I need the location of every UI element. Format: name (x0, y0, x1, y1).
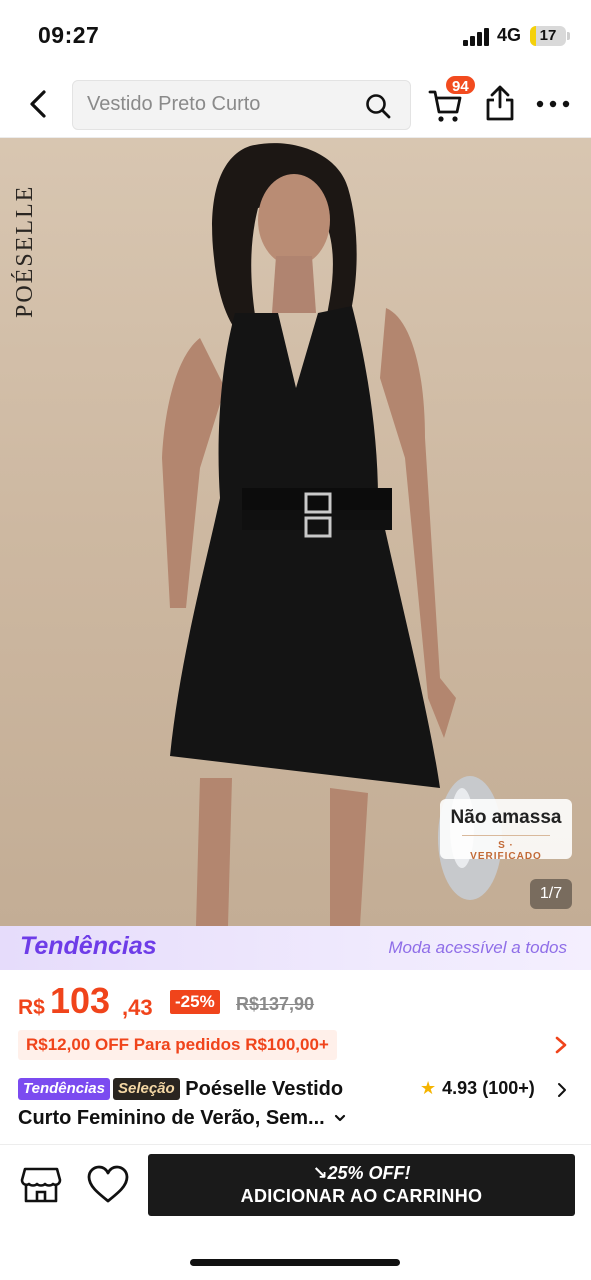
home-indicator (190, 1259, 400, 1266)
chevron-down-icon[interactable] (334, 1112, 346, 1124)
status-bar: 09:27 4G 17 (0, 0, 591, 72)
battery-tip (567, 32, 570, 40)
trend-tagline: Moda acessível a todos (388, 938, 567, 957)
rating-count: (100+) (482, 1078, 535, 1098)
product-title-text1: Poéselle Vestido (185, 1078, 344, 1100)
back-icon[interactable] (22, 86, 56, 122)
rating-value: 4.93 (442, 1078, 478, 1098)
coupon-row[interactable]: R$12,00 OFF Para pedidos R$100,00+ (18, 1030, 574, 1060)
status-time: 09:27 (38, 22, 100, 48)
product-title-block: Tendências Seleção Poéselle Vestido Curto… (18, 1078, 578, 1136)
image-page-counter: 1/7 (530, 879, 572, 909)
price-integer: 103 (50, 980, 111, 1021)
bottom-action-bar: ↘25% OFF! ADICIONAR AO CARRINHO (0, 1145, 591, 1280)
battery-icon: 17 (530, 26, 566, 46)
rating[interactable]: ★ 4.93 (100+) (420, 1078, 535, 1099)
trend-logo: Tendências (20, 932, 157, 960)
product-title-line1: Tendências Seleção Poéselle Vestido (18, 1078, 418, 1101)
search-input[interactable]: Vestido Preto Curto (72, 80, 411, 130)
chevron-right-icon (554, 1036, 568, 1054)
store-icon[interactable] (20, 1165, 62, 1205)
cart-count-badge: 94 (444, 74, 477, 96)
add-to-cart-label: ADICIONAR AO CARRINHO (240, 1186, 483, 1206)
add-to-cart-button[interactable]: ↘25% OFF! ADICIONAR AO CARRINHO (148, 1154, 575, 1216)
product-image[interactable]: POÉSELLE Não amassa S · VERIFICADO 1/7 (0, 138, 591, 926)
add-to-cart-promo: ↘25% OFF! (148, 1163, 575, 1184)
chevron-right-icon[interactable] (556, 1082, 568, 1098)
share-icon[interactable] (484, 84, 516, 122)
feature-badge-subtitle: S · VERIFICADO (462, 835, 550, 862)
tag-trend: Tendências (18, 1078, 110, 1100)
price-currency: R$ (18, 996, 45, 1019)
tag-selection: Seleção (112, 1078, 180, 1100)
trend-banner[interactable]: Tendências Moda acessível a todos (0, 926, 591, 970)
trend-down-icon: ↘ (312, 1163, 328, 1183)
original-price: R$137,90 (236, 994, 315, 1014)
more-icon[interactable] (536, 94, 570, 114)
price-row: R$ 103 ,43 -25% R$137,90 (18, 980, 578, 1024)
brand-logo: POÉSELLE (12, 184, 38, 318)
product-title-text2: Curto Feminino de Verão, Sem... (18, 1107, 325, 1129)
battery-level: 17 (539, 27, 557, 44)
network-type: 4G (497, 25, 522, 45)
heart-icon[interactable] (86, 1165, 130, 1205)
product-title-line2[interactable]: Curto Feminino de Verão, Sem... (18, 1107, 346, 1130)
top-nav: Vestido Preto Curto 94 (0, 72, 591, 138)
search-query: Vestido Preto Curto (87, 93, 261, 115)
feature-badge: Não amassa S · VERIFICADO (440, 799, 572, 862)
price-cents: ,43 (122, 995, 153, 1020)
discount-badge: -25% (170, 990, 220, 1014)
signal-icon (463, 28, 491, 46)
star-icon: ★ (420, 1078, 437, 1098)
feature-badge-title: Não amassa (450, 807, 562, 828)
promo-text: 25% OFF! (327, 1163, 411, 1183)
coupon-text: R$12,00 OFF Para pedidos R$100,00+ (18, 1030, 337, 1060)
search-icon[interactable] (364, 92, 392, 120)
